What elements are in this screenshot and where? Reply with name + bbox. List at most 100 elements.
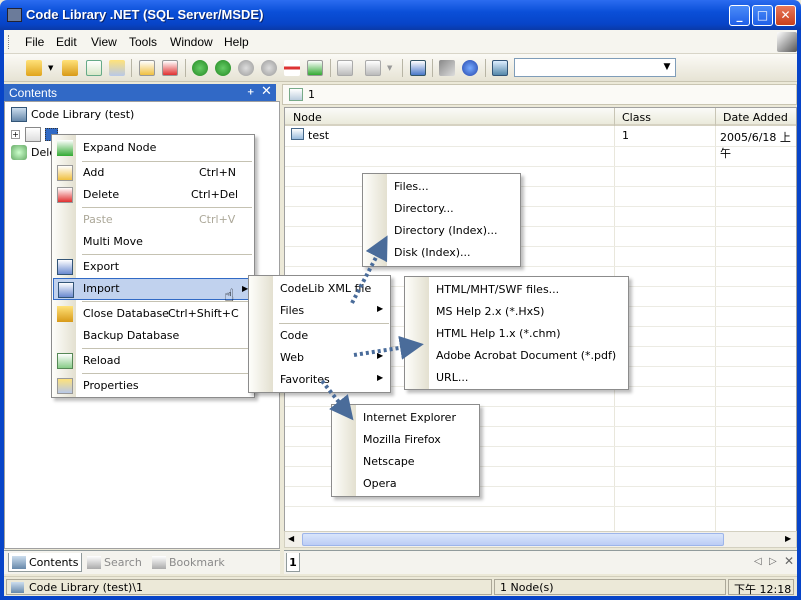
menu-item-backup-database[interactable]: Backup Database — [53, 325, 253, 347]
column-header-date[interactable]: Date Added — [723, 111, 788, 124]
scroll-right-icon[interactable]: ▶ — [785, 534, 791, 543]
menu-item-internet-explorer[interactable]: Internet Explorer — [333, 407, 478, 429]
collapse-icon[interactable] — [284, 60, 300, 76]
menu-item-import-directory[interactable]: Directory... — [364, 198, 519, 220]
open-folder-icon[interactable] — [26, 60, 42, 76]
menu-item-ms-help-2[interactable]: MS Help 2.x (*.HxS) — [406, 301, 627, 323]
search-icon[interactable] — [492, 60, 508, 76]
table-cell-class[interactable]: 1 — [622, 129, 629, 142]
title-bar[interactable]: Code Library .NET (SQL Server/MSDE) _ □ … — [0, 0, 801, 30]
menu-edit[interactable]: Edit — [56, 35, 77, 49]
menubar-grip[interactable] — [8, 35, 11, 49]
menu-item-netscape[interactable]: Netscape — [333, 451, 478, 473]
menu-item-shortcut: Ctrl+Shift+C — [168, 307, 239, 320]
new-document-icon[interactable] — [86, 60, 102, 76]
menu-item-reload[interactable]: Reload — [53, 350, 253, 372]
menu-item-html-help-1[interactable]: HTML Help 1.x (*.chm) — [406, 323, 627, 345]
up-icon[interactable] — [238, 60, 254, 76]
menu-item-label: Netscape — [363, 455, 415, 468]
menu-item-properties[interactable]: Properties — [53, 375, 253, 397]
down-icon[interactable] — [261, 60, 277, 76]
column-header-node[interactable]: Node — [293, 111, 322, 124]
expand-icon[interactable] — [307, 60, 323, 76]
menu-item-import-disk-index[interactable]: Disk (Index)... — [364, 242, 519, 264]
expand-toggle-icon[interactable]: + — [11, 130, 20, 139]
column-divider[interactable] — [715, 108, 716, 126]
menu-item-code[interactable]: Code — [250, 325, 389, 347]
menu-item-favorites[interactable]: Favorites ▶ — [250, 369, 389, 391]
menu-item-acrobat-pdf[interactable]: Adobe Acrobat Document (*.pdf) — [406, 345, 627, 367]
table-cell-node[interactable]: test — [308, 129, 329, 142]
table-cell-date[interactable]: 2005/6/18 上午 — [720, 129, 796, 161]
menu-item-opera[interactable]: Opera — [333, 473, 478, 495]
grid-line — [285, 166, 796, 167]
menu-item-expand-node[interactable]: Expand Node — [53, 137, 253, 159]
column-header-class[interactable]: Class — [622, 111, 651, 124]
tab-label: Bookmark — [169, 556, 225, 569]
tab-close-icon[interactable]: ✕ — [784, 554, 794, 568]
menu-item-add[interactable]: Add Ctrl+N — [53, 162, 253, 184]
toolbar-combo-input[interactable]: ▼ — [514, 58, 676, 77]
menu-item-close-database[interactable]: Close Database Ctrl+Shift+C — [53, 303, 253, 325]
forward-icon[interactable] — [215, 60, 231, 76]
print-dropdown-icon[interactable]: ▼ — [387, 64, 392, 72]
menu-item-codelib-xml[interactable]: CodeLib XML file — [250, 278, 389, 300]
menu-item-multi-move[interactable]: Multi Move — [53, 231, 253, 253]
menu-item-html-mht-swf[interactable]: HTML/MHT/SWF files... — [406, 279, 627, 301]
status-path-panel: Code Library (test)\1 — [6, 579, 492, 595]
menu-bar: File Edit View Tools Window Help — [4, 30, 797, 54]
help-icon[interactable] — [462, 60, 478, 76]
menu-item-delete[interactable]: Delete Ctrl+Del — [53, 184, 253, 206]
add-node-icon[interactable] — [139, 60, 155, 76]
window-icon[interactable] — [410, 60, 426, 76]
close-button[interactable]: ✕ — [775, 5, 796, 26]
tab-page-1[interactable]: 1 — [286, 553, 300, 572]
menu-item-web[interactable]: Web ▶ — [250, 347, 389, 369]
app-icon[interactable] — [7, 8, 22, 22]
menu-item-label: Disk (Index)... — [394, 246, 471, 259]
scroll-left-icon[interactable]: ◀ — [288, 534, 294, 543]
recycle-bin-icon — [11, 145, 27, 160]
menu-tools[interactable]: Tools — [129, 35, 157, 49]
menu-view[interactable]: View — [91, 35, 117, 49]
horizontal-scrollbar[interactable]: ◀ ▶ — [284, 531, 797, 548]
properties-icon[interactable] — [109, 60, 125, 76]
delete-node-icon[interactable] — [162, 60, 178, 76]
menu-item-label: Directory (Index)... — [394, 224, 498, 237]
tree-node-root[interactable]: Code Library (test) — [11, 106, 271, 124]
tab-next-icon[interactable]: ▷ — [769, 556, 777, 567]
cut-icon[interactable] — [337, 60, 353, 76]
maximize-button[interactable]: □ — [752, 5, 773, 26]
pane-close-icon[interactable]: ✕ — [261, 84, 272, 99]
open-dropdown-icon[interactable]: ▼ — [48, 64, 53, 72]
menu-item-files[interactable]: Files ▶ — [250, 300, 389, 322]
tab-search[interactable]: Search — [84, 553, 145, 572]
print-icon[interactable] — [365, 60, 381, 76]
menu-item-label: Files — [280, 304, 305, 317]
menu-file[interactable]: File — [25, 35, 44, 49]
window-title: Code Library .NET (SQL Server/MSDE) — [26, 7, 264, 22]
menu-item-url[interactable]: URL... — [406, 367, 627, 389]
tab-contents[interactable]: Contents — [8, 553, 83, 572]
menu-item-paste[interactable]: Paste Ctrl+V — [53, 209, 253, 231]
back-icon[interactable] — [192, 60, 208, 76]
tools-icon[interactable] — [439, 60, 455, 76]
column-divider[interactable] — [614, 108, 615, 126]
chevron-down-icon[interactable]: ▼ — [659, 59, 675, 76]
menu-item-import-files[interactable]: Files... — [364, 176, 519, 198]
tab-bookmark[interactable]: Bookmark — [149, 553, 228, 572]
menu-window[interactable]: Window — [170, 35, 213, 49]
menu-item-import[interactable]: Import ▶ — [53, 278, 253, 300]
menu-item-export[interactable]: Export — [53, 256, 253, 278]
toolbar-separator — [131, 59, 132, 77]
tab-prev-icon[interactable]: ◁ — [754, 556, 762, 567]
folder-icon[interactable] — [62, 60, 78, 76]
menu-item-label: Files... — [394, 180, 429, 193]
menu-item-mozilla-firefox[interactable]: Mozilla Firefox — [333, 429, 478, 451]
minimize-button[interactable]: _ — [729, 5, 750, 26]
pin-icon[interactable]: ᚐ — [248, 85, 253, 98]
scrollbar-thumb[interactable] — [302, 533, 724, 546]
menu-help[interactable]: Help — [224, 35, 249, 49]
menu-item-import-directory-index[interactable]: Directory (Index)... — [364, 220, 519, 242]
status-bar: Code Library (test)\1 1 Node(s) 下午 12:18 — [4, 576, 797, 596]
